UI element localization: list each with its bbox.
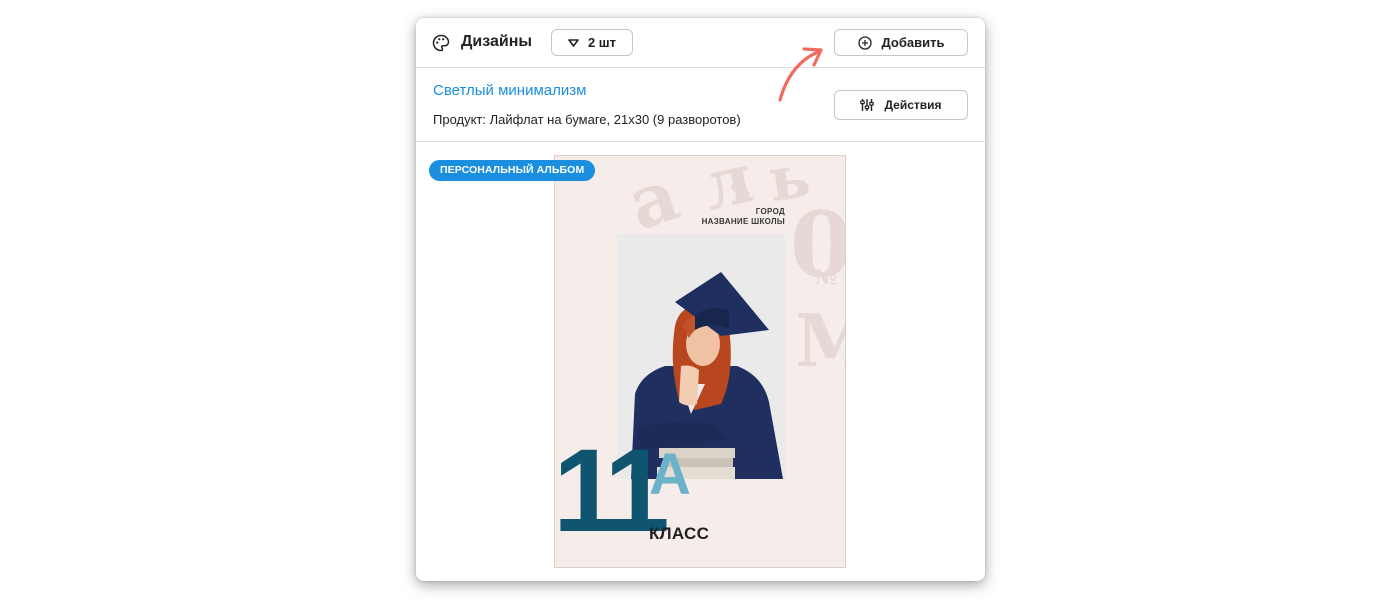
svg-text:л: л <box>696 156 760 226</box>
sliders-icon <box>860 99 875 111</box>
plus-circle-icon <box>857 35 872 50</box>
card-header: Дизайны 2 шт Добавить <box>416 18 985 68</box>
add-button[interactable]: Добавить <box>834 29 968 56</box>
cover-grade-number: 11 <box>554 425 670 557</box>
svg-text:%: % <box>731 179 750 203</box>
section-title: Дизайны <box>461 33 533 50</box>
album-cover-preview[interactable]: а л ь % 0 № М ГОРОД НАЗВАНИЕ ШКОЛЫ <box>554 155 846 568</box>
palette-icon <box>432 34 450 52</box>
count-label: 2 шт <box>587 35 617 50</box>
product-description: Продукт: Лайфлат на бумаге, 21х30 (9 раз… <box>433 112 741 127</box>
actions-button-label: Действия <box>884 98 942 112</box>
svg-text:М: М <box>795 298 846 383</box>
curved-arrow-annotation <box>778 47 823 102</box>
count-dropdown-button[interactable]: 2 шт <box>551 29 633 56</box>
caret-down-icon <box>568 38 579 47</box>
cover-grade-word: КЛАСС <box>649 524 710 543</box>
designs-card: Дизайны 2 шт Добавить Светлый минимализм… <box>416 18 985 581</box>
cover-city: ГОРОД <box>755 207 785 216</box>
design-name-link[interactable]: Светлый минимализм <box>433 82 586 99</box>
svg-text:№: № <box>815 265 837 289</box>
personal-album-badge: ПЕРСОНАЛЬНЫЙ АЛЬБОМ <box>429 160 596 181</box>
add-button-label: Добавить <box>881 35 945 50</box>
design-info: Светлый минимализм Продукт: Лайфлат на б… <box>416 68 985 142</box>
actions-button[interactable]: Действия <box>834 90 968 120</box>
cover-school-name: НАЗВАНИЕ ШКОЛЫ <box>701 217 785 226</box>
cover-grade-letter: А <box>649 442 691 507</box>
svg-text:а: а <box>618 156 689 247</box>
